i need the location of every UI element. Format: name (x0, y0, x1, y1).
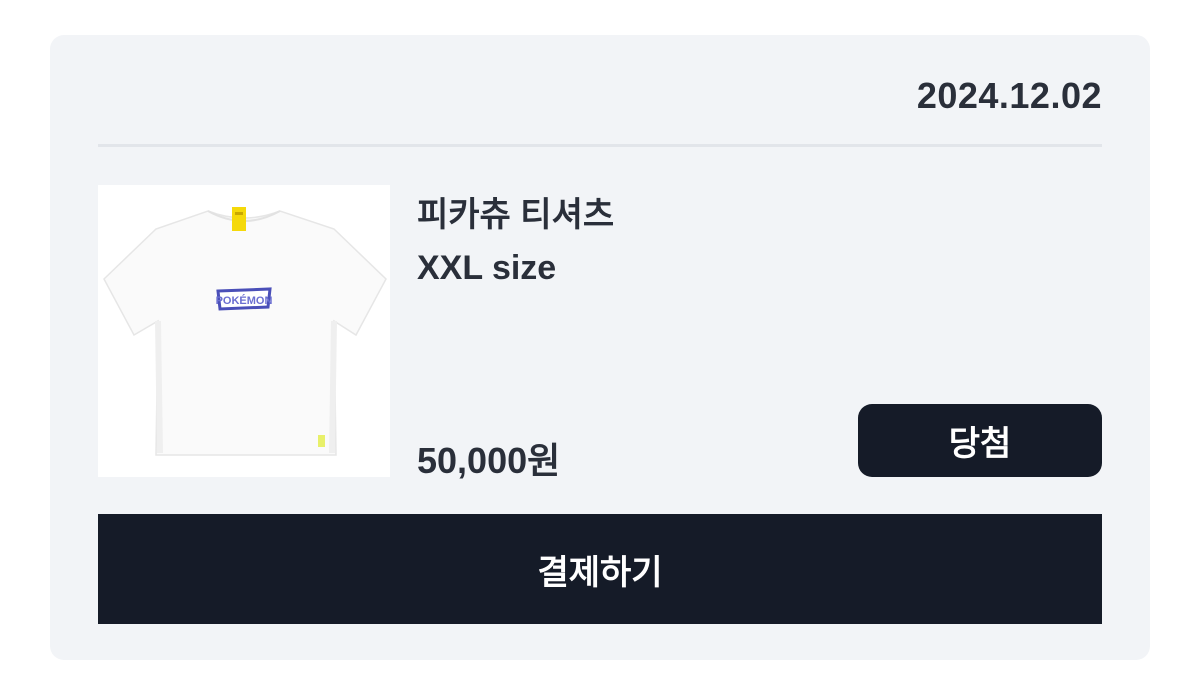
divider (98, 144, 1102, 147)
svg-text:POKÉMON: POKÉMON (216, 294, 273, 307)
hem-tag (318, 435, 325, 447)
pay-button[interactable]: 결제하기 (98, 514, 1102, 624)
status-badge: 당첨 (858, 404, 1102, 477)
order-card: 2024.12.02 POKÉMON 피카츄 티셔츠 XXL size 50,0… (50, 35, 1150, 660)
product-name: 피카츄 티셔츠 (417, 196, 615, 234)
neck-tag (232, 207, 246, 231)
pokemon-logo: POKÉMON (216, 287, 273, 311)
product-size: XXL size (417, 249, 557, 287)
product-price: 50,000원 (417, 440, 561, 481)
product-image: POKÉMON (98, 185, 390, 477)
tshirt-illustration: POKÉMON (103, 207, 387, 456)
order-date: 2024.12.02 (916, 75, 1102, 116)
